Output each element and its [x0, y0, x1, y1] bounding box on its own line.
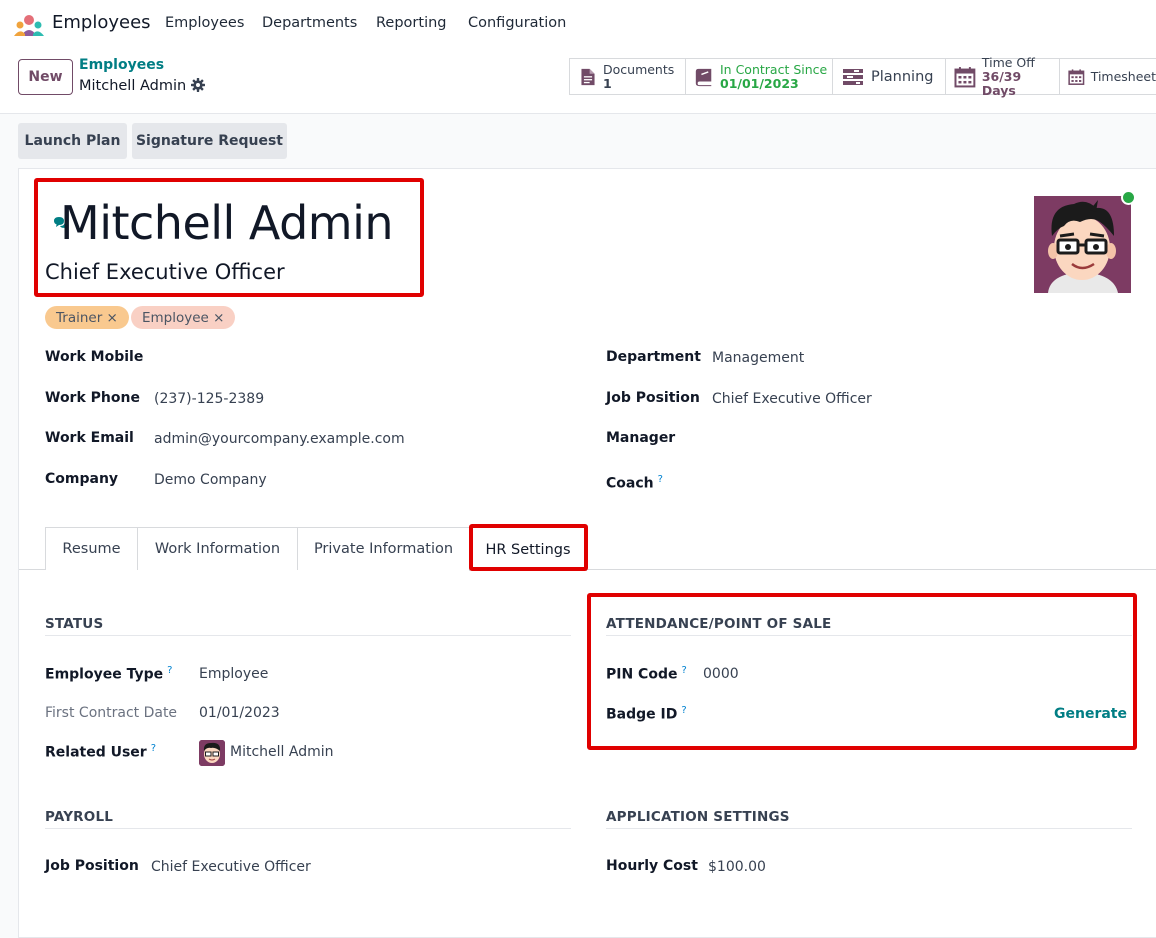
coach-label: Coach?	[606, 474, 663, 492]
badge-id-label: Badge ID?	[606, 705, 687, 723]
tasks-icon	[843, 68, 863, 85]
tag-employee[interactable]: Employee ×	[131, 306, 236, 329]
related-user-label: Related User?	[45, 743, 156, 761]
department-value[interactable]: Management	[712, 350, 804, 366]
calendar-icon	[954, 66, 976, 87]
help-icon[interactable]: ?	[681, 705, 686, 716]
first-contract-date-label: First Contract Date	[45, 705, 178, 721]
documents-label: Documents	[603, 61, 675, 77]
menu-departments[interactable]: Departments	[262, 15, 357, 31]
hourly-cost-label: Hourly Cost	[606, 858, 698, 874]
tab-work-information[interactable]: Work Information	[137, 527, 298, 570]
time-off-days: 36/39 Days	[981, 68, 1022, 98]
employees-app-icon[interactable]	[14, 14, 44, 36]
help-icon[interactable]: ?	[658, 474, 663, 485]
employee-type-label: Employee Type?	[45, 665, 172, 683]
employee-type-value[interactable]: Employee	[199, 666, 268, 682]
launch-plan-button[interactable]: Launch Plan	[18, 123, 127, 159]
job-position-label: Job Position	[606, 390, 700, 406]
time-off-label: Time Off	[981, 54, 1035, 70]
timesheet-smart-button[interactable]: Timesheet	[1059, 58, 1156, 95]
related-user-avatar	[199, 740, 225, 766]
control-panel: New Employees Mitchell Admin Documents 1	[0, 48, 1156, 114]
badge-id-label-text: Badge ID	[606, 706, 678, 723]
hourly-cost-value[interactable]: $100.00	[708, 859, 766, 875]
timesheet-label: Timesheet	[1090, 69, 1156, 84]
department-label: Department	[606, 349, 701, 365]
status-section-title: STATUS	[45, 616, 104, 632]
employee-type-label-text: Employee Type	[45, 666, 164, 683]
contract-smart-button[interactable]: In Contract Since 01/01/2023	[685, 58, 833, 95]
employee-name[interactable]: Mitchell Admin	[60, 196, 394, 250]
tab-hr-settings[interactable]: HR Settings	[469, 527, 587, 571]
pin-code-label: PIN Code?	[606, 665, 687, 683]
attendance-section-title: ATTENDANCE/POINT OF SALE	[606, 616, 832, 632]
company-label: Company	[45, 471, 119, 487]
manager-label: Manager	[606, 430, 676, 446]
contract-label: In Contract Since	[720, 61, 828, 77]
application-settings-title: APPLICATION SETTINGS	[606, 809, 790, 825]
menu-reporting[interactable]: Reporting	[376, 15, 447, 31]
first-contract-date-value: 01/01/2023	[199, 705, 280, 721]
status-section-rule	[45, 635, 571, 636]
breadcrumb-current: Mitchell Admin	[79, 78, 187, 94]
pin-code-label-text: PIN Code	[606, 666, 678, 683]
attendance-section-rule	[606, 635, 1132, 636]
calendar-icon	[1068, 68, 1085, 85]
payroll-section-title: PAYROLL	[45, 809, 114, 825]
work-email-label: Work Email	[45, 430, 134, 446]
generate-badge-button[interactable]: Generate	[1054, 706, 1127, 722]
work-mobile-label: Work Mobile	[45, 349, 144, 365]
help-icon[interactable]: ?	[151, 743, 156, 754]
payroll-section-rule	[45, 828, 571, 829]
online-status-dot	[1121, 190, 1136, 205]
related-user-label-text: Related User	[45, 744, 147, 761]
documents-count: 1	[603, 75, 612, 91]
help-icon[interactable]: ?	[681, 665, 686, 676]
work-phone-value[interactable]: (237)-125-2389	[154, 391, 264, 407]
employee-avatar[interactable]	[1034, 196, 1131, 293]
breadcrumb-parent[interactable]: Employees	[79, 57, 164, 73]
planning-smart-button[interactable]: Planning	[832, 58, 946, 95]
related-user-value[interactable]: Mitchell Admin	[230, 744, 334, 760]
coach-label-text: Coach	[606, 475, 654, 492]
menu-employees[interactable]: Employees	[165, 15, 244, 31]
tab-private-information[interactable]: Private Information	[297, 527, 470, 570]
work-phone-label: Work Phone	[45, 390, 140, 406]
pin-code-value[interactable]: 0000	[703, 666, 739, 682]
planning-label: Planning	[871, 68, 934, 85]
application-settings-rule	[606, 828, 1132, 829]
top-navbar: Employees Employees Departments Reportin…	[0, 0, 1156, 48]
help-icon[interactable]: ?	[167, 665, 172, 676]
job-position-value[interactable]: Chief Executive Officer	[712, 391, 872, 407]
documents-smart-button[interactable]: Documents 1	[569, 58, 686, 95]
payroll-job-position-label: Job Position	[45, 858, 139, 874]
time-off-smart-button[interactable]: Time Off 36/39 Days	[945, 54, 1060, 98]
app-name[interactable]: Employees	[52, 12, 151, 33]
contract-date: 01/01/2023	[720, 75, 799, 91]
menu-configuration[interactable]: Configuration	[468, 15, 566, 31]
company-value[interactable]: Demo Company	[154, 472, 267, 488]
gear-icon[interactable]	[191, 78, 205, 92]
employee-job-title[interactable]: Chief Executive Officer	[45, 260, 285, 284]
book-icon	[695, 68, 712, 86]
file-icon	[581, 68, 595, 85]
payroll-job-position-value[interactable]: Chief Executive Officer	[151, 859, 311, 875]
work-email-value[interactable]: admin@yourcompany.example.com	[154, 431, 405, 447]
tag-trainer[interactable]: Trainer ×	[45, 306, 129, 329]
signature-request-button[interactable]: Signature Request	[132, 123, 287, 159]
new-button[interactable]: New	[18, 59, 73, 95]
tab-resume[interactable]: Resume	[45, 527, 138, 570]
